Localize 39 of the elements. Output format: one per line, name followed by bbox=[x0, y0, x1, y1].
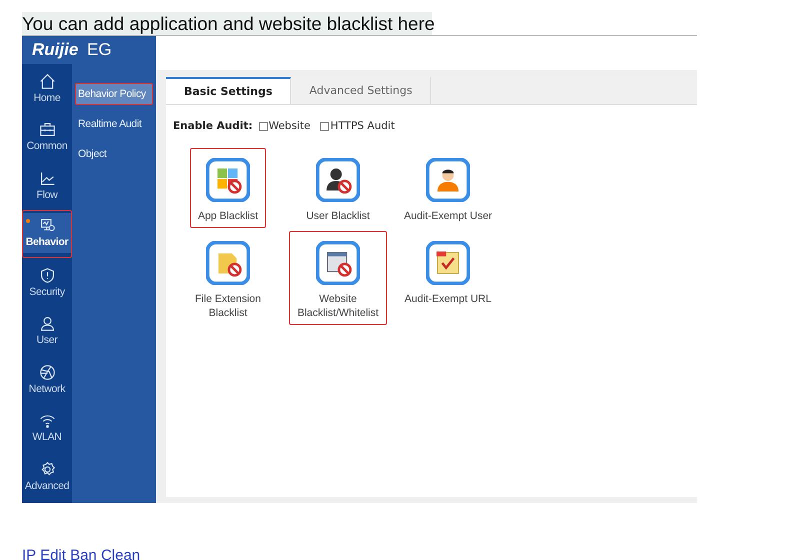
shield-icon bbox=[38, 266, 56, 284]
checkbox[interactable] bbox=[320, 122, 330, 130]
nav-item[interactable]: Network bbox=[22, 355, 72, 404]
link[interactable]: IP Edit Ban Clean bbox=[22, 547, 140, 560]
feature-tile[interactable]: File Extension Blacklist bbox=[179, 231, 277, 325]
home-icon bbox=[38, 72, 56, 90]
feature-tile[interactable]: Audit-Exempt URL bbox=[400, 231, 496, 325]
toolbox-icon bbox=[38, 121, 56, 138]
feature-tile[interactable]: App Blacklist bbox=[190, 148, 266, 228]
user-ban-icon bbox=[316, 158, 360, 202]
submenu-item[interactable]: Behavior Policy bbox=[75, 83, 153, 105]
url-check-icon bbox=[426, 241, 470, 285]
checkbox[interactable] bbox=[258, 122, 268, 130]
user-icon bbox=[38, 315, 56, 332]
globe-icon bbox=[38, 364, 56, 381]
nav-item[interactable]: Advanced bbox=[22, 452, 72, 500]
nav-item[interactable]: WLAN bbox=[22, 404, 72, 452]
checkbox-label: Website bbox=[268, 120, 310, 132]
tab[interactable]: Basic Settings bbox=[166, 77, 292, 104]
folder-ban-icon bbox=[206, 241, 250, 285]
nav-item[interactable]: User bbox=[22, 306, 72, 355]
submenu-item[interactable]: Object bbox=[75, 143, 153, 165]
feature-tile[interactable]: Audit-Exempt User bbox=[400, 148, 496, 228]
page-heading: You can add application and website blacklist here bbox=[22, 12, 432, 35]
chart-icon bbox=[38, 170, 56, 187]
nav-item[interactable]: Flow bbox=[22, 161, 72, 210]
webpage-ban-icon bbox=[316, 241, 360, 285]
app-grid-icon bbox=[206, 158, 250, 202]
submenu-item[interactable]: Realtime Audit bbox=[75, 113, 153, 135]
nav-item[interactable]: Security bbox=[22, 258, 72, 306]
nav-item[interactable]: Home bbox=[22, 64, 72, 112]
nav-item[interactable]: Behavior bbox=[22, 210, 72, 258]
checkbox-label: HTTPS Audit bbox=[330, 120, 395, 132]
person-icon bbox=[426, 158, 470, 202]
feature-tile[interactable]: Website Blacklist/Whitelist bbox=[289, 231, 387, 325]
nav-item[interactable]: Common bbox=[22, 112, 72, 161]
enable-audit-label: Enable Audit: bbox=[173, 120, 253, 132]
feature-tile[interactable]: User Blacklist bbox=[300, 148, 376, 228]
tab[interactable]: Advanced Settings bbox=[291, 77, 432, 104]
